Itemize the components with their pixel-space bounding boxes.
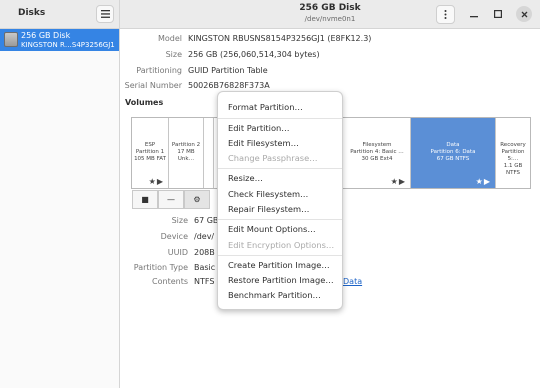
partition-size: 17 MB Unk…	[177, 149, 195, 162]
serial-value: 50026B76828F373A	[188, 81, 270, 90]
partition-size: 1.1 GB NTFS	[503, 163, 523, 176]
uuid-value: 208B	[194, 248, 215, 257]
partition-number: Partition 2	[171, 142, 201, 148]
minimize-icon	[470, 16, 478, 18]
delete-partition-button[interactable]: —	[158, 190, 184, 209]
partition-size: 30 GB Ext4	[361, 156, 393, 162]
sidebar-header: Disks	[0, 0, 120, 29]
menu-item-create-partition-image[interactable]: Create Partition Image…	[228, 260, 330, 270]
window-header: 256 GB Disk /dev/nvme0n1	[120, 0, 540, 29]
detail-size-label: Size	[171, 216, 188, 225]
menu-item-change-passphrase: Change Passphrase…	[228, 153, 318, 163]
menu-item-edit-filesystem[interactable]: Edit Filesystem…	[228, 138, 299, 148]
partition-number: Partition 6: Data	[430, 149, 476, 155]
serial-label: Serial Number	[124, 81, 182, 90]
partition-filesystem[interactable]: Filesystem Partition 4: Basic … 30 GB Ex…	[344, 118, 411, 188]
partition-size: 105 MB FAT	[134, 156, 166, 162]
menu-item-edit-mount-options[interactable]: Edit Mount Options…	[228, 224, 316, 234]
hamburger-menu-button[interactable]	[96, 5, 114, 23]
drive-icon	[4, 32, 18, 47]
close-button[interactable]	[516, 6, 532, 22]
menu-item-benchmark-partition[interactable]: Benchmark Partition…	[228, 290, 321, 300]
model-value: KINGSTON RBUSNS8154P3256GJ1 (E8FK12.3)	[188, 34, 372, 43]
partition-type-value: Basic	[194, 263, 216, 272]
partition-type-label: Partition Type	[133, 263, 188, 272]
minimize-button[interactable]	[466, 6, 482, 22]
detail-size-value: 67 GB	[194, 216, 219, 225]
partition-3[interactable]	[204, 118, 214, 188]
close-icon	[521, 11, 527, 17]
stop-button[interactable]: ■	[132, 190, 158, 209]
maximize-button[interactable]	[490, 6, 506, 22]
menu-separator	[218, 255, 342, 256]
volumes-heading: Volumes	[125, 98, 164, 107]
partition-name: Recovery	[500, 142, 526, 148]
app-title: Disks	[18, 8, 46, 18]
partitioning-value: GUID Partition Table	[188, 66, 268, 75]
kebab-menu-icon	[444, 10, 447, 19]
contents-value: NTFS	[194, 277, 215, 286]
stop-icon: ■	[141, 195, 149, 204]
menu-item-check-filesystem[interactable]: Check Filesystem…	[228, 189, 308, 199]
partition-2[interactable]: Partition 2 17 MB Unk…	[169, 118, 204, 188]
uuid-label: UUID	[167, 248, 188, 257]
minus-icon: —	[167, 195, 175, 204]
menu-item-edit-encryption-options: Edit Encryption Options…	[228, 240, 335, 250]
gears-icon: ⚙	[193, 195, 201, 204]
size-label: Size	[165, 50, 182, 59]
menu-item-resize[interactable]: Resize…	[228, 173, 263, 183]
partition-recovery[interactable]: Recovery Partition 5:… 1.1 GB NTFS	[496, 118, 530, 188]
partition-esp[interactable]: ESP Partition 1 105 MB FAT ★▶	[132, 118, 169, 188]
partition-toolbar: ■ — ⚙	[132, 190, 212, 209]
device-label: Device	[160, 232, 188, 241]
menu-separator	[218, 118, 342, 119]
menu-item-repair-filesystem[interactable]: Repair Filesystem…	[228, 204, 309, 214]
model-label: Model	[157, 34, 182, 43]
partition-number: Partition 1	[135, 149, 165, 155]
menu-item-format-partition[interactable]: Format Partition…	[228, 102, 303, 112]
partition-name: Data	[446, 142, 460, 148]
partition-number: Partition 4: Basic …	[350, 149, 404, 155]
menu-separator	[218, 168, 342, 169]
hamburger-icon	[100, 10, 110, 18]
device-value: /dev/	[194, 232, 215, 241]
disk-menu-button[interactable]	[436, 5, 455, 24]
partition-data-selected[interactable]: Data Partition 6: Data 67 GB NTFS ★▶	[411, 118, 496, 188]
menu-separator	[218, 219, 342, 220]
menu-item-edit-partition[interactable]: Edit Partition…	[228, 123, 290, 133]
mount-point-link[interactable]: Data	[343, 277, 362, 286]
size-value: 256 GB (256,060,514,304 bytes)	[188, 50, 320, 59]
contents-label: Contents	[152, 277, 188, 286]
partition-context-menu: Format Partition… Edit Partition… Edit F…	[217, 91, 343, 310]
partition-number: Partition 5:…	[501, 149, 525, 162]
partition-name: ESP	[144, 142, 156, 148]
mount-status-icons: ★▶	[475, 177, 491, 186]
maximize-icon	[494, 10, 502, 18]
mount-status-icons: ★▶	[148, 177, 164, 186]
partition-name: Filesystem	[362, 142, 392, 148]
partition-size: 67 GB NTFS	[436, 156, 470, 162]
more-actions-button[interactable]: ⚙	[184, 190, 210, 209]
partitioning-label: Partitioning	[136, 66, 182, 75]
mount-status-icons: ★▶	[390, 177, 406, 186]
menu-item-restore-partition-image[interactable]: Restore Partition Image…	[228, 275, 334, 285]
